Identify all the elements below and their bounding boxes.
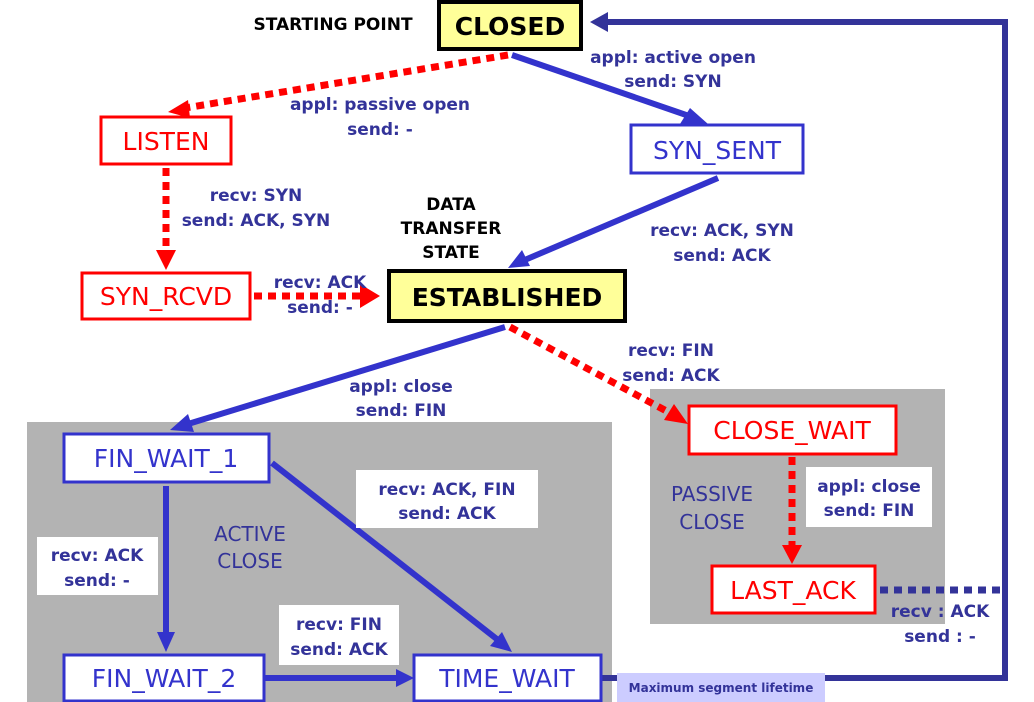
svg-text:ESTABLISHED: ESTABLISHED [412,283,603,312]
svg-text:send: FIN: send: FIN [824,501,915,521]
svg-text:DATA: DATA [426,195,476,215]
svg-text:PASSIVE: PASSIVE [671,482,753,506]
svg-text:send: ACK: send: ACK [622,366,720,386]
svg-text:send : -: send : - [904,627,976,647]
svg-text:STATE: STATE [422,243,480,263]
svg-text:recv: FIN: recv: FIN [296,615,382,635]
svg-text:recv: ACK: recv: ACK [51,546,144,566]
state-listen: LISTEN [99,115,233,166]
svg-text:CLOSED: CLOSED [455,12,565,41]
svg-text:send: ACK, SYN: send: ACK, SYN [182,211,331,231]
label-established-fin-wait-1: appl: close send: FIN [349,377,453,421]
svg-text:send: ACK: send: ACK [673,246,771,266]
svg-text:send: -: send: - [347,120,413,140]
svg-text:FIN_WAIT_1: FIN_WAIT_1 [94,444,238,473]
label-syn-sent-established: recv: ACK, SYN send: ACK [650,221,794,266]
svg-text:send: -: send: - [287,298,353,318]
svg-text:recv: ACK: recv: ACK [274,273,367,293]
svg-text:recv: SYN: recv: SYN [210,186,303,206]
svg-text:CLOSE: CLOSE [679,510,744,534]
svg-text:send: ACK: send: ACK [398,504,496,524]
state-last-ack: LAST_ACK [710,564,877,615]
label-last-ack-closed: recv : ACK send : - [891,602,990,647]
starting-point-label: STARTING POINT [253,15,412,35]
label-closed-syn-sent: appl: active open send: SYN [590,48,756,92]
svg-text:ACTIVE: ACTIVE [214,522,286,546]
label-listen-syn-rcvd: recv: SYN send: ACK, SYN [182,186,331,231]
edge-listen-syn-rcvd [156,168,176,270]
svg-text:recv: ACK, FIN: recv: ACK, FIN [378,480,515,500]
svg-text:FIN_WAIT_2: FIN_WAIT_2 [92,664,236,693]
svg-text:appl: close: appl: close [349,377,453,397]
svg-text:LAST_ACK: LAST_ACK [730,576,856,605]
svg-text:send: FIN: send: FIN [356,401,447,421]
svg-text:appl: passive open: appl: passive open [290,95,470,115]
state-closed: CLOSED [437,0,583,51]
svg-text:CLOSE: CLOSE [217,549,282,573]
svg-text:CLOSE_WAIT: CLOSE_WAIT [713,416,871,445]
svg-text:SYN_SENT: SYN_SENT [653,136,782,165]
label-established-close-wait: recv: FIN send: ACK [622,341,720,386]
state-syn-rcvd: SYN_RCVD [80,271,252,321]
label-closed-listen: appl: passive open send: - [290,95,470,140]
svg-text:appl: active open: appl: active open [590,48,756,68]
svg-text:LISTEN: LISTEN [123,127,210,156]
svg-text:appl: close: appl: close [817,477,921,497]
edge-established-fin-wait-1 [170,324,506,432]
data-transfer-label: DATA TRANSFER STATE [401,195,502,263]
state-fin-wait-1: FIN_WAIT_1 [62,432,271,484]
svg-text:TRANSFER: TRANSFER [401,219,502,239]
msl-label: Maximum segment lifetime [629,681,814,695]
state-established: ESTABLISHED [387,269,627,323]
tcp-state-diagram: CLOSED LISTEN SYN_SENT SYN_RCVD ESTABLIS… [27,0,1008,702]
state-time-wait: TIME_WAIT [412,653,603,702]
svg-text:send: ACK: send: ACK [290,640,388,660]
state-close-wait: CLOSE_WAIT [687,404,898,456]
svg-text:send: SYN: send: SYN [624,72,721,92]
svg-text:recv: ACK, SYN: recv: ACK, SYN [650,221,794,241]
svg-text:SYN_RCVD: SYN_RCVD [100,282,232,311]
svg-text:send: -: send: - [64,571,130,591]
svg-text:recv : ACK: recv : ACK [891,602,990,622]
state-syn-sent: SYN_SENT [629,123,805,175]
svg-text:recv: FIN: recv: FIN [628,341,714,361]
svg-text:TIME_WAIT: TIME_WAIT [438,664,575,693]
state-fin-wait-2: FIN_WAIT_2 [62,653,266,702]
